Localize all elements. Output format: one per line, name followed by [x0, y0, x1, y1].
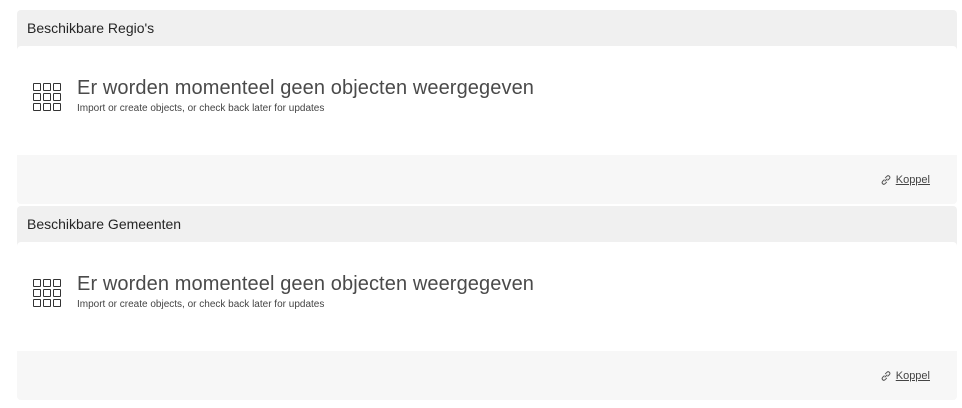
link-icon	[881, 370, 891, 381]
page: Beschikbare Regio's Er worden momenteel …	[17, 10, 957, 402]
section-title: Beschikbare Gemeenten	[27, 216, 182, 232]
koppel-link[interactable]: Koppel	[880, 370, 930, 382]
koppel-link-label[interactable]: Koppel	[896, 370, 930, 382]
empty-state: Er worden momenteel geen objecten weerge…	[17, 242, 957, 351]
link-icon	[881, 174, 891, 185]
empty-state-title: Er worden momenteel geen objecten weerge…	[77, 77, 535, 99]
empty-state-card: Er worden momenteel geen objecten weerge…	[17, 242, 957, 400]
section-gemeenten: Beschikbare Gemeenten Er worden momentee…	[17, 206, 957, 400]
card-footer: Koppel	[17, 155, 957, 204]
empty-state-text: Er worden momenteel geen objecten weerge…	[77, 272, 534, 310]
card-footer: Koppel	[17, 351, 957, 400]
koppel-link[interactable]: Koppel	[880, 174, 930, 186]
grid-icon	[33, 279, 61, 307]
section-regios: Beschikbare Regio's Er worden momenteel …	[17, 10, 957, 204]
empty-state-card: Er worden momenteel geen objecten weerge…	[17, 46, 957, 204]
empty-state-subtitle: Import or create objects, or check back …	[77, 299, 325, 310]
section-title: Beschikbare Regio's	[27, 20, 155, 36]
empty-state: Er worden momenteel geen objecten weerge…	[17, 46, 957, 155]
grid-icon	[33, 83, 61, 111]
empty-state-title: Er worden momenteel geen objecten weerge…	[77, 273, 535, 295]
empty-state-subtitle: Import or create objects, or check back …	[77, 103, 325, 114]
empty-state-text: Er worden momenteel geen objecten weerge…	[77, 76, 534, 114]
koppel-link-label[interactable]: Koppel	[896, 174, 930, 186]
